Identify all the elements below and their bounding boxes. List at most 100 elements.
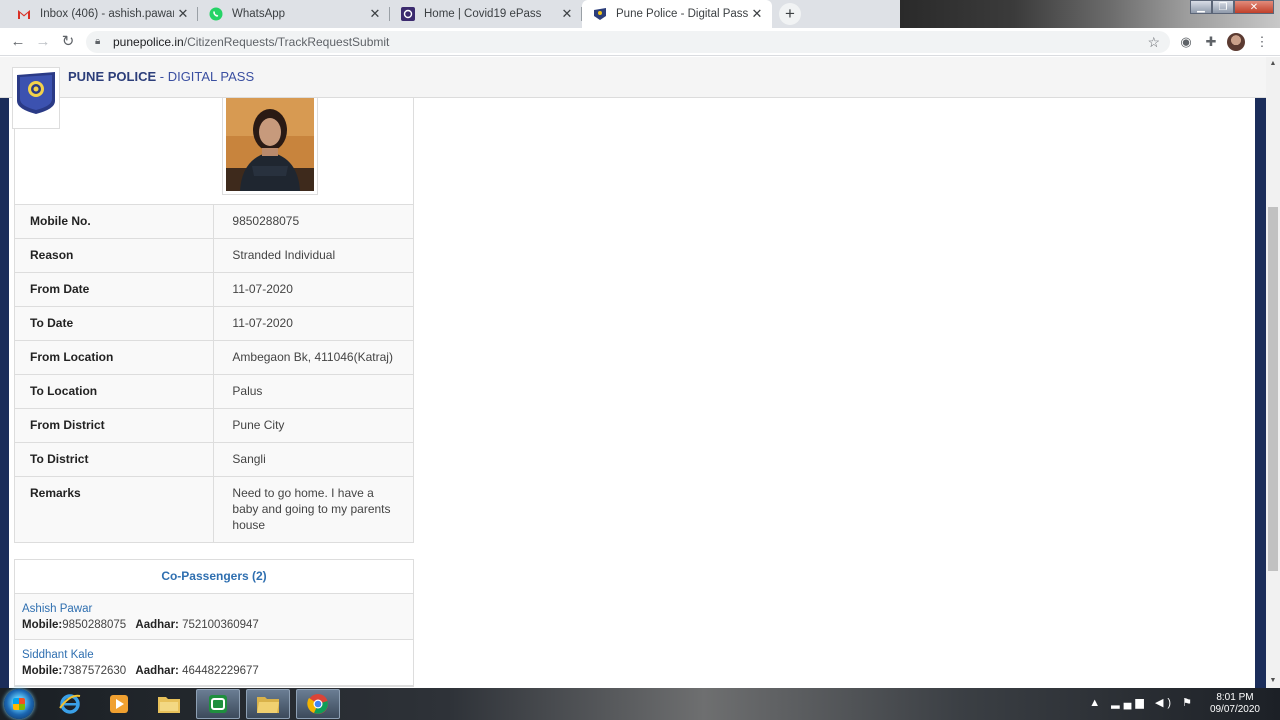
detail-value: 9850288075 bbox=[213, 204, 414, 239]
table-row: To District Sangli bbox=[13, 442, 414, 477]
tab-whatsapp[interactable]: WhatsApp ✕ bbox=[198, 0, 390, 28]
detail-value: 11-07-2020 bbox=[213, 306, 414, 341]
clock-date: 09/07/2020 bbox=[1209, 704, 1260, 715]
scroll-up-icon[interactable]: ▲ bbox=[1266, 57, 1280, 71]
detail-value: Stranded Individual bbox=[213, 238, 414, 273]
lock-icon: 🔒︎ bbox=[95, 36, 101, 47]
folder-icon[interactable] bbox=[246, 689, 290, 719]
menu-kebab-icon[interactable]: ⋮ bbox=[1253, 33, 1271, 51]
extension-circle-icon[interactable]: ◉ bbox=[1177, 33, 1195, 51]
detail-value: Pune City bbox=[213, 408, 414, 443]
start-button[interactable] bbox=[4, 689, 34, 719]
applicant-photo-image bbox=[226, 96, 314, 191]
list-item: Ashish Pawar Mobile:9850288075 Aadhar: 7… bbox=[15, 594, 413, 640]
close-tab-icon[interactable]: ✕ bbox=[748, 6, 766, 22]
detail-label: To District bbox=[13, 442, 215, 477]
page-side-border bbox=[0, 97, 9, 688]
excel-spreadsheet-icon[interactable] bbox=[196, 689, 240, 719]
browser-toolbar: ← → ↻ 🔒︎ punepolice.in/CitizenRequests/T… bbox=[0, 28, 1280, 56]
tab-title: Inbox (406) - ashish.pawar@mitw bbox=[40, 8, 174, 20]
page-side-border bbox=[1255, 97, 1266, 688]
co-passenger-name[interactable]: Siddhant Kale bbox=[22, 647, 406, 663]
system-clock[interactable]: 8:01 PM 09/07/2020 bbox=[1210, 692, 1260, 716]
chrome-icon[interactable] bbox=[296, 689, 340, 719]
table-row: From Location Ambegaon Bk, 411046(Katraj… bbox=[13, 340, 414, 375]
table-row: From Date 11-07-2020 bbox=[13, 272, 414, 307]
new-tab-button[interactable]: + bbox=[779, 3, 801, 25]
detail-value: Need to go home. I have a baby and going… bbox=[213, 476, 414, 543]
file-explorer-icon[interactable] bbox=[147, 689, 191, 719]
extensions-puzzle-icon[interactable]: ✚ bbox=[1202, 33, 1220, 51]
clock-time: 8:01 PM bbox=[1216, 692, 1254, 703]
url-host: punepolice.in bbox=[113, 35, 184, 49]
detail-label: From Location bbox=[13, 340, 215, 375]
internet-explorer-icon[interactable] bbox=[48, 689, 92, 719]
aadhar-value: 464482229677 bbox=[182, 665, 259, 677]
mobile-label: Mobile: bbox=[22, 619, 63, 631]
police-shield-icon bbox=[17, 72, 55, 114]
table-row: From District Pune City bbox=[13, 408, 414, 443]
detail-label: Remarks bbox=[13, 476, 215, 543]
mobile-label: Mobile: bbox=[22, 665, 63, 677]
back-icon[interactable]: ← bbox=[8, 32, 28, 52]
detail-value: Palus bbox=[213, 374, 414, 409]
detail-value: Ambegaon Bk, 411046(Katraj) bbox=[213, 340, 414, 375]
pass-details-table: Mobile No. 9850288075 Reason Stranded In… bbox=[13, 204, 414, 543]
close-tab-icon[interactable]: ✕ bbox=[366, 6, 384, 22]
tab-gmail[interactable]: Inbox (406) - ashish.pawar@mitw ✕ bbox=[6, 0, 198, 28]
detail-label: From Date bbox=[13, 272, 215, 307]
detail-label: Reason bbox=[13, 238, 215, 273]
address-bar[interactable]: 🔒︎ punepolice.in/CitizenRequests/TrackRe… bbox=[86, 31, 1170, 53]
url-path: /CitizenRequests/TrackRequestSubmit bbox=[183, 35, 390, 49]
close-tab-icon[interactable]: ✕ bbox=[558, 6, 576, 22]
browser-tab-strip: Inbox (406) - ashish.pawar@mitw ✕ WhatsA… bbox=[0, 0, 1280, 28]
gmail-icon bbox=[16, 6, 32, 22]
detail-label: From District bbox=[13, 408, 215, 443]
table-row: To Date 11-07-2020 bbox=[13, 306, 414, 341]
table-row: Remarks Need to go home. I have a baby a… bbox=[13, 476, 414, 543]
aadhar-label: Aadhar: bbox=[135, 665, 179, 677]
pass-details-panel: Mobile No. 9850288075 Reason Stranded In… bbox=[13, 92, 414, 687]
close-window-icon[interactable]: ✕ bbox=[1234, 0, 1274, 14]
brand-subtitle: DIGITAL PASS bbox=[167, 69, 255, 84]
co-passengers-panel: Co-Passengers (2) Ashish Pawar Mobile:98… bbox=[14, 559, 414, 687]
pune-police-logo[interactable] bbox=[12, 67, 60, 129]
tab-title: Pune Police - Digital Pass bbox=[616, 8, 748, 20]
media-player-icon[interactable] bbox=[97, 689, 141, 719]
applicant-photo bbox=[222, 92, 318, 195]
page-scrollbar[interactable]: ▲ ▼ bbox=[1266, 57, 1280, 688]
url-text: punepolice.in/CitizenRequests/TrackReque… bbox=[113, 31, 389, 53]
bookmark-star-icon[interactable]: ☆ bbox=[1147, 31, 1160, 53]
co-passenger-info: Mobile:7387572630 Aadhar: 464482229677 bbox=[22, 663, 406, 679]
windows-taskbar: ▲ ▂▄▆ ◀) ⚑ 8:01 PM 09/07/2020 bbox=[0, 688, 1280, 720]
co-passenger-name[interactable]: Ashish Pawar bbox=[22, 601, 406, 617]
tab-title: WhatsApp bbox=[232, 8, 286, 20]
brand-name: PUNE POLICE bbox=[68, 69, 157, 84]
scrollbar-thumb[interactable] bbox=[1268, 207, 1278, 571]
tab-pune-police[interactable]: Pune Police - Digital Pass ✕ bbox=[582, 0, 772, 28]
detail-label: To Date bbox=[13, 306, 215, 341]
tab-title: Home | Covid19 ePass bbox=[424, 8, 542, 20]
system-tray-icons[interactable]: ▲ ▂▄▆ ◀) ⚑ bbox=[1089, 696, 1196, 709]
tab-covid-epass[interactable]: Home | Covid19 ePass ✕ bbox=[390, 0, 582, 28]
site-brand-title[interactable]: PUNE POLICE - DIGITAL PASS bbox=[68, 69, 254, 84]
minimize-icon[interactable]: ▁ bbox=[1190, 0, 1212, 14]
co-passengers-heading: Co-Passengers (2) bbox=[15, 560, 413, 594]
detail-value: Sangli bbox=[213, 442, 414, 477]
forward-icon[interactable]: → bbox=[33, 32, 53, 52]
photo-cell bbox=[14, 92, 414, 204]
table-row: To Location Palus bbox=[13, 374, 414, 409]
profile-avatar[interactable] bbox=[1227, 33, 1245, 51]
pune-police-icon bbox=[592, 6, 608, 22]
restore-icon[interactable]: ❐ bbox=[1212, 0, 1234, 14]
reload-icon[interactable]: ↻ bbox=[58, 32, 78, 52]
co-passenger-info: Mobile:9850288075 Aadhar: 752100360947 bbox=[22, 617, 406, 633]
site-header: PUNE POLICE - DIGITAL PASS bbox=[0, 57, 1266, 98]
page-viewport: PUNE POLICE - DIGITAL PASS Mobile No. 98… bbox=[0, 57, 1280, 688]
epass-icon bbox=[400, 6, 416, 22]
detail-value: 11-07-2020 bbox=[213, 272, 414, 307]
detail-label: Mobile No. bbox=[13, 204, 215, 239]
close-tab-icon[interactable]: ✕ bbox=[174, 6, 192, 22]
aadhar-value: 752100360947 bbox=[182, 619, 259, 631]
scroll-down-icon[interactable]: ▼ bbox=[1266, 674, 1280, 688]
